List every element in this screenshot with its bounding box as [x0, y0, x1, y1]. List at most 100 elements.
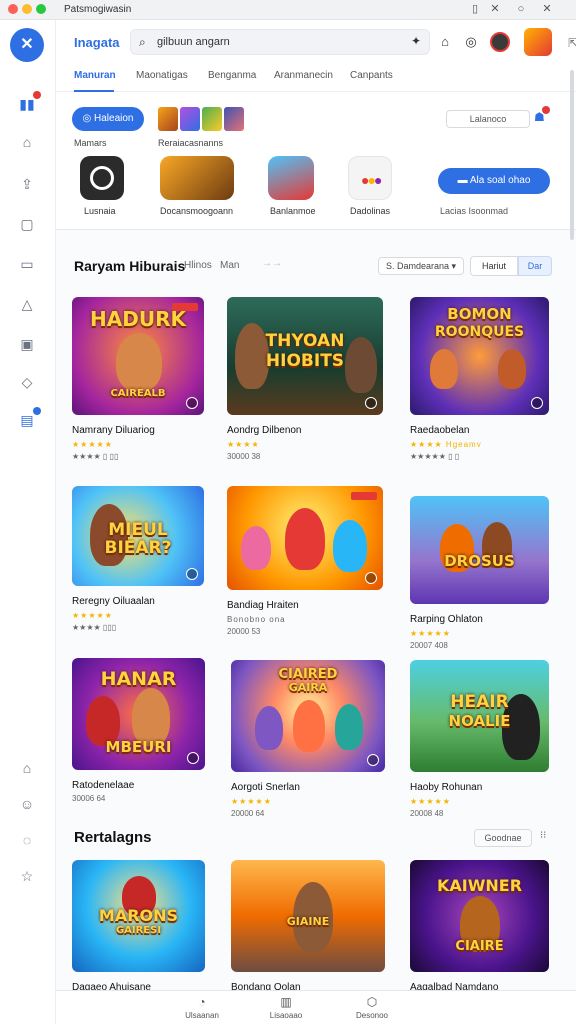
game-thumbnail[interactable]: HADURK CAIREALB	[72, 297, 204, 415]
game-card[interactable]: CIAIRED GAIRA Aorgoti Snerlan ★★★★★ 2000…	[231, 660, 385, 818]
app-logo-icon[interactable]: ✕	[10, 28, 44, 62]
close-window-button[interactable]	[8, 4, 18, 14]
game-card[interactable]: GIAINE Bondang Oolan	[231, 860, 385, 993]
folder-icon[interactable]: ▣	[17, 334, 37, 354]
expand-icon[interactable]: ⇱	[568, 36, 576, 50]
game-card[interactable]: DROSUS Rarping Ohlaton ★★★★★ 20007 408	[410, 496, 549, 650]
play-icon[interactable]	[367, 754, 379, 766]
close-icon[interactable]: ✕	[540, 2, 554, 16]
library-subtitle[interactable]: Hlinos	[184, 260, 212, 271]
maximize-window-button[interactable]	[36, 4, 46, 14]
app-tile[interactable]	[80, 156, 124, 200]
inbox-icon[interactable]: ▤	[17, 407, 41, 430]
minimize-window-button[interactable]	[22, 4, 32, 14]
game-card[interactable]: MARONS GAIRESI Dagaeo Ahuisane	[72, 860, 205, 993]
game-thumbnail[interactable]	[227, 486, 383, 590]
bag-icon[interactable]: ⌂	[436, 33, 454, 51]
segment-option[interactable]: Hariut	[470, 256, 518, 276]
game-thumbnail[interactable]: HANAR MBEURI	[72, 658, 205, 770]
mini-game-thumb[interactable]	[202, 107, 222, 131]
tag-icon[interactable]: ◇	[17, 372, 37, 392]
emoji-icon[interactable]: ☺	[17, 794, 37, 814]
avatar[interactable]	[490, 32, 510, 52]
mini-game-thumb[interactable]	[180, 107, 200, 131]
shield-icon[interactable]: ◌	[17, 830, 37, 850]
library-icon[interactable]: ▢	[17, 214, 37, 234]
cloud-icon[interactable]: ⌂	[17, 758, 37, 778]
play-icon[interactable]	[531, 397, 543, 409]
primary-pill-label: Haleaion	[94, 113, 134, 124]
restore-icon[interactable]: ○	[514, 2, 528, 16]
mini-game-thumb[interactable]	[158, 107, 178, 131]
game-title-art: BOMON	[447, 305, 512, 323]
segment-option[interactable]: Dar	[518, 256, 552, 276]
game-thumbnail[interactable]: CIAIRED GAIRA	[231, 660, 385, 772]
game-title-art: NOALIE	[448, 712, 511, 730]
game-thumbnail[interactable]: THYOAN HIOBITS	[227, 297, 383, 415]
app-tile[interactable]	[160, 156, 234, 200]
app-tile[interactable]: ●●●	[348, 156, 392, 200]
notification-badge	[33, 91, 41, 99]
play-icon[interactable]	[186, 397, 198, 409]
scrollbar-thumb[interactable]	[570, 70, 574, 240]
game-thumbnail[interactable]: HEAIR NOALIE	[410, 660, 549, 772]
tab-benganma[interactable]: Benganma	[208, 70, 256, 81]
game-card[interactable]: HANAR MBEURI Ratodenelaae 30006 64	[72, 658, 205, 803]
more-icon[interactable]: →→	[262, 258, 282, 269]
game-character	[116, 333, 162, 391]
game-character	[430, 349, 458, 389]
game-card[interactable]: HADURK CAIREALB Namrany Diluariog ★★★★★ …	[72, 297, 204, 461]
search-bar[interactable]: ⌕ ✦	[130, 29, 430, 55]
play-icon[interactable]	[365, 572, 377, 584]
game-card[interactable]: MIEUL BIEAR? Reregny Oiluaalan ★★★★★ ★★★…	[72, 486, 204, 632]
tab-canpants[interactable]: Canpants	[350, 70, 393, 81]
game-thumbnail[interactable]: DROSUS	[410, 496, 549, 604]
alert-icon[interactable]: △	[17, 294, 37, 314]
game-art	[410, 496, 549, 604]
tab-manuran[interactable]: Manuran	[74, 70, 116, 81]
bottom-nav-item[interactable]: ⬡ Desonoo	[342, 995, 402, 1020]
game-card[interactable]: KAIWNER CIAIRE Aagalbad Namdano	[410, 860, 549, 993]
recommended-chip[interactable]: Goodnae	[474, 829, 532, 847]
profile-game-avatar[interactable]	[524, 28, 552, 56]
game-card[interactable]: HEAIR NOALIE Haoby Rohunan ★★★★★ 20008 4…	[410, 660, 549, 818]
game-title-art: BIEAR?	[104, 538, 172, 558]
play-icon[interactable]	[187, 752, 199, 764]
game-card[interactable]: BOMON ROONQUES Raedaobelan ★★★★ Hgeamv ★…	[410, 297, 549, 461]
sparkle-icon[interactable]: ✦	[411, 34, 421, 48]
star-icon[interactable]: ☆	[17, 866, 37, 886]
sort-dropdown[interactable]: S. Damdearana ▾	[378, 257, 464, 275]
upload-icon[interactable]: ⇪	[17, 174, 37, 194]
game-character	[241, 526, 271, 570]
mini-game-thumb[interactable]	[224, 107, 244, 131]
cta-button[interactable]: ▬ Ala soal ohao	[438, 168, 550, 194]
bottom-nav-item[interactable]: ◔ Ulsaanan	[172, 995, 232, 1020]
game-thumbnail[interactable]: KAIWNER CIAIRE	[410, 860, 549, 972]
tab-maonatigas[interactable]: Maonatigas	[136, 70, 188, 81]
play-icon[interactable]	[186, 568, 198, 580]
more-options-icon[interactable]: ⁝⁝	[540, 830, 546, 841]
pill-icon: ◎	[82, 113, 95, 124]
sidebar-toggle-icon[interactable]: ▯	[468, 2, 482, 16]
library-subtitle[interactable]: Man	[220, 260, 239, 271]
play-icon[interactable]	[365, 397, 377, 409]
chat-icon[interactable]: ▭	[17, 254, 37, 274]
search-input[interactable]	[157, 33, 397, 51]
outline-chip[interactable]: Lalanoco	[446, 110, 530, 128]
message-icon[interactable]: ◎	[462, 33, 480, 51]
stats-icon[interactable]: ▮▮	[17, 91, 41, 114]
game-name: Reregny Oiluaalan	[72, 596, 155, 607]
tab-aranmanecin[interactable]: Aranmanecin	[274, 70, 333, 81]
bottom-nav-item[interactable]: ▥ Lisaoaao	[256, 995, 316, 1020]
game-card[interactable]: Bandiag Hraiten Bonobno ona 20000 53	[227, 486, 383, 636]
app-tile[interactable]	[268, 156, 314, 200]
game-card[interactable]: THYOAN HIOBITS Aondrg Dilbenon ★★★★ 3000…	[227, 297, 383, 461]
game-thumbnail[interactable]: MARONS GAIRESI	[72, 860, 205, 972]
primary-pill-button[interactable]: ◎ Haleaion	[72, 107, 144, 131]
game-thumbnail[interactable]: GIAINE	[231, 860, 385, 972]
game-thumbnail[interactable]: MIEUL BIEAR?	[72, 486, 204, 586]
home-icon[interactable]: ⌂	[17, 132, 37, 152]
people-icon[interactable]: ☗	[534, 106, 550, 124]
mute-icon[interactable]: ✕	[488, 2, 502, 16]
game-thumbnail[interactable]: BOMON ROONQUES	[410, 297, 549, 415]
